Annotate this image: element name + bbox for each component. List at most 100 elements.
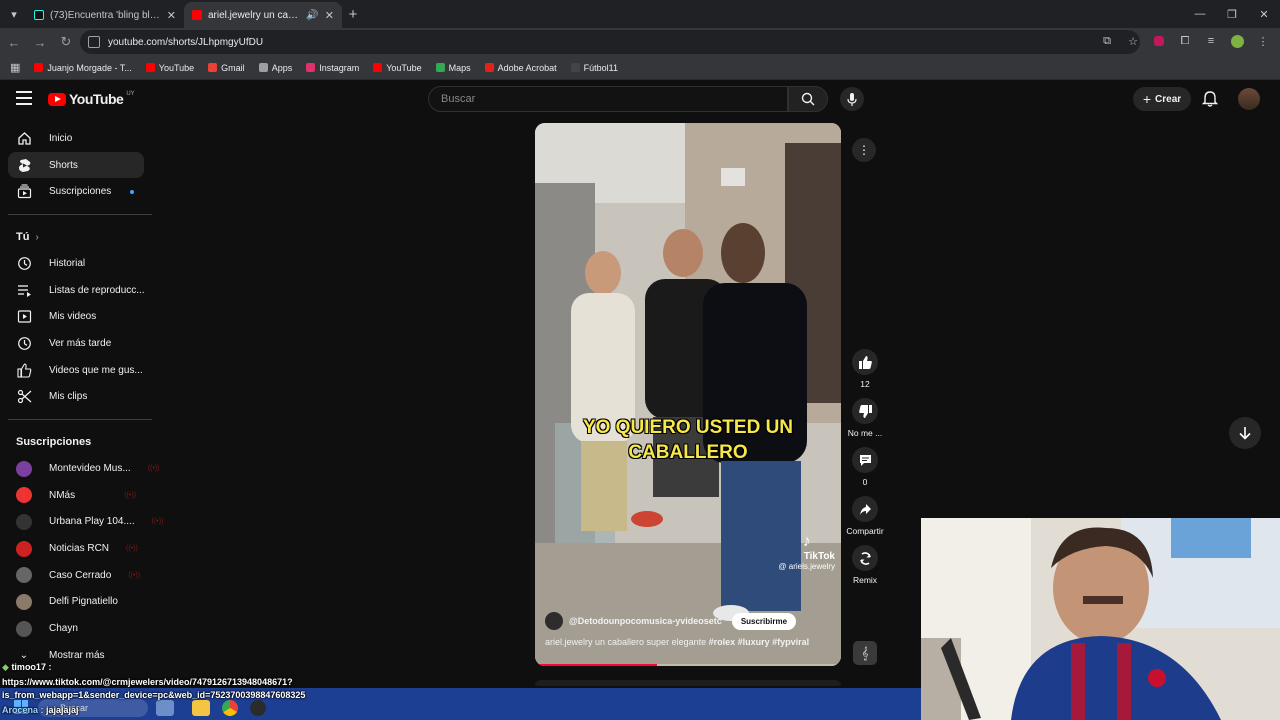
thumb-up-icon[interactable] xyxy=(852,349,878,375)
search-button[interactable] xyxy=(788,86,828,112)
bookmark-item[interactable]: Maps xyxy=(435,63,471,73)
address-bar[interactable]: youtube.com/shorts/JLhpmgyUfDU xyxy=(80,30,1140,54)
taskview-icon[interactable] xyxy=(156,700,174,716)
next-short-button[interactable] xyxy=(1229,417,1261,449)
subscription-channel[interactable]: Montevideo Mus... ((•)) xyxy=(0,455,160,482)
subscription-channel[interactable]: Delfi Pignatiello xyxy=(0,589,152,616)
subscription-channel[interactable]: Noticias RCN ((•)) xyxy=(0,535,152,562)
sidebar-item-inicio[interactable]: Inicio xyxy=(0,125,152,152)
notifications-bell-icon[interactable] xyxy=(1201,90,1219,108)
browser-tab-youtube[interactable]: ariel.jewelry un caballero super elegant… xyxy=(184,2,342,28)
tab-search-icon[interactable]: ▾ xyxy=(2,2,26,26)
chrome-icon[interactable] xyxy=(222,700,238,716)
search-input[interactable]: Buscar xyxy=(428,86,788,112)
bookmark-item[interactable]: YouTube xyxy=(373,63,422,73)
browser-tabstrip: ▾ (73)Encuentra 'bling bling' en TikTok … xyxy=(0,0,1280,28)
share-icon[interactable] xyxy=(852,496,878,522)
sidebar-item-shorts[interactable]: Shorts xyxy=(8,151,144,179)
bookmark-item[interactable]: Fútbol11 xyxy=(570,63,618,73)
obs-icon[interactable] xyxy=(250,700,266,716)
short-description[interactable]: ariel.jewelry un caballero super elegant… xyxy=(545,637,835,647)
account-avatar[interactable] xyxy=(1238,88,1260,110)
sidebar-item-suscripciones[interactable]: Suscripciones xyxy=(0,178,152,205)
watch-later-icon xyxy=(16,335,32,351)
file-explorer-icon[interactable] xyxy=(192,700,210,716)
back-icon[interactable]: ← xyxy=(2,30,26,54)
maximize-icon[interactable]: ❐ xyxy=(1216,0,1248,28)
bookmark-favicon-icon xyxy=(570,63,580,72)
channel-label: Chayn xyxy=(49,623,78,635)
new-tab-button[interactable]: + xyxy=(342,6,364,23)
more-options-button[interactable]: ⋮ xyxy=(852,138,876,162)
create-button[interactable]: + Crear xyxy=(1133,87,1191,111)
clips-icon xyxy=(16,389,32,405)
thumb-down-icon[interactable] xyxy=(852,398,878,424)
apps-grid-icon[interactable]: ▦ xyxy=(10,61,20,74)
video-progress-bar[interactable] xyxy=(535,664,841,666)
forward-icon[interactable]: → xyxy=(28,30,52,54)
subscription-channel[interactable]: Caso Cerrado ((•)) xyxy=(0,562,152,589)
more-vert-icon: ⋮ xyxy=(858,143,870,157)
dislike-action[interactable]: No me ... xyxy=(840,398,890,438)
browser-tab-tiktok[interactable]: (73)Encuentra 'bling bling' en TikTok ✕ xyxy=(26,2,184,28)
channel-name[interactable]: @Detodounpocomusica-yvideosetc xyxy=(569,616,722,626)
minimize-icon[interactable]: — xyxy=(1184,0,1216,28)
live-indicator-icon: ((•)) xyxy=(128,571,141,579)
subscribe-button[interactable]: Suscribirme xyxy=(731,612,797,630)
short-video-player[interactable]: YO QUIERO USTED UN CABALLERO ♪ TikTok @ a… xyxy=(535,123,841,666)
next-short-preview[interactable] xyxy=(535,680,841,686)
remix-icon[interactable] xyxy=(852,545,878,571)
sidebar-item-label: Ver más tarde xyxy=(49,337,112,349)
close-tab-icon[interactable]: ✕ xyxy=(325,9,334,22)
sidebar-item-mis-videos[interactable]: Mis videos xyxy=(0,303,152,330)
bookmark-label: Gmail xyxy=(221,62,245,73)
sidebar-item-ver-más-tarde[interactable]: Ver más tarde xyxy=(0,330,152,357)
you-section-header[interactable]: Tú › xyxy=(0,224,152,250)
subscription-channel[interactable]: NMás ((•)) xyxy=(0,482,152,509)
extension-badge-icon[interactable] xyxy=(1148,30,1170,52)
channel-avatar xyxy=(16,567,32,584)
menu-icon[interactable] xyxy=(16,91,32,105)
bookmark-item[interactable]: Instagram xyxy=(306,63,359,73)
comments-action[interactable]: 0 xyxy=(840,447,890,487)
sidebar-item-videos-que-me-gus[interactable]: Videos que me gus... xyxy=(0,357,152,384)
channel-avatar[interactable] xyxy=(545,612,563,630)
sidebar-item-historial[interactable]: Historial xyxy=(0,250,152,277)
remix-action[interactable]: Remix xyxy=(840,545,890,585)
extensions-icon[interactable]: ⧠ xyxy=(1174,30,1196,52)
audio-playing-icon[interactable]: 🔊 xyxy=(306,10,318,21)
youtube-play-icon xyxy=(48,92,66,106)
subscription-channel[interactable]: Urbana Play 104.... ((•)) xyxy=(0,509,163,536)
bookmark-item[interactable]: Gmail xyxy=(208,63,245,73)
site-info-icon[interactable] xyxy=(88,36,100,48)
original-sound-thumbnail[interactable]: 𝄞 xyxy=(853,641,877,665)
close-tab-icon[interactable]: ✕ xyxy=(167,9,176,22)
hashtags[interactable]: #rolex #luxury #fypviral xyxy=(709,637,810,647)
bookmark-item[interactable]: YouTube xyxy=(145,63,194,73)
playlists-icon xyxy=(16,282,32,298)
voice-search-button[interactable] xyxy=(840,87,864,111)
media-control-icon[interactable]: ≡ xyxy=(1200,30,1222,52)
profile-icon[interactable] xyxy=(1226,30,1248,52)
like-action[interactable]: 12 xyxy=(840,349,890,389)
tab-title: ariel.jewelry un caballero super elegant… xyxy=(208,9,300,21)
install-app-icon[interactable]: ⧉ xyxy=(1096,30,1118,52)
plus-icon: + xyxy=(1142,91,1152,107)
sidebar-item-mis-clips[interactable]: Mis clips xyxy=(0,384,152,411)
comment-icon[interactable] xyxy=(852,447,878,473)
tiktok-watermark: ♪ TikTok @ ariels.jewelry xyxy=(778,533,835,571)
bookmark-item[interactable]: Adobe Acrobat xyxy=(484,63,557,73)
subscription-channel[interactable]: Chayn xyxy=(0,615,152,642)
short-actions: 12 No me ... 0 Compartir Remix xyxy=(840,349,890,594)
sidebar-item-listas-de-reproducc[interactable]: Listas de reproducc... xyxy=(0,277,152,304)
reload-icon[interactable]: ↻ xyxy=(54,30,78,54)
close-window-icon[interactable]: ✕ xyxy=(1248,0,1280,28)
bookmark-item[interactable]: Juanjo Morgade - T... xyxy=(34,63,132,73)
share-action[interactable]: Compartir xyxy=(840,496,890,536)
bookmark-item[interactable]: Apps xyxy=(258,63,292,73)
browser-menu-icon[interactable]: ⋮ xyxy=(1252,30,1274,52)
shorts-icon xyxy=(16,157,32,173)
bookmark-star-icon[interactable]: ☆ xyxy=(1122,30,1144,52)
sidebar-item-label: Historial xyxy=(49,257,86,269)
youtube-logo[interactable]: YouTube UY xyxy=(48,91,135,107)
